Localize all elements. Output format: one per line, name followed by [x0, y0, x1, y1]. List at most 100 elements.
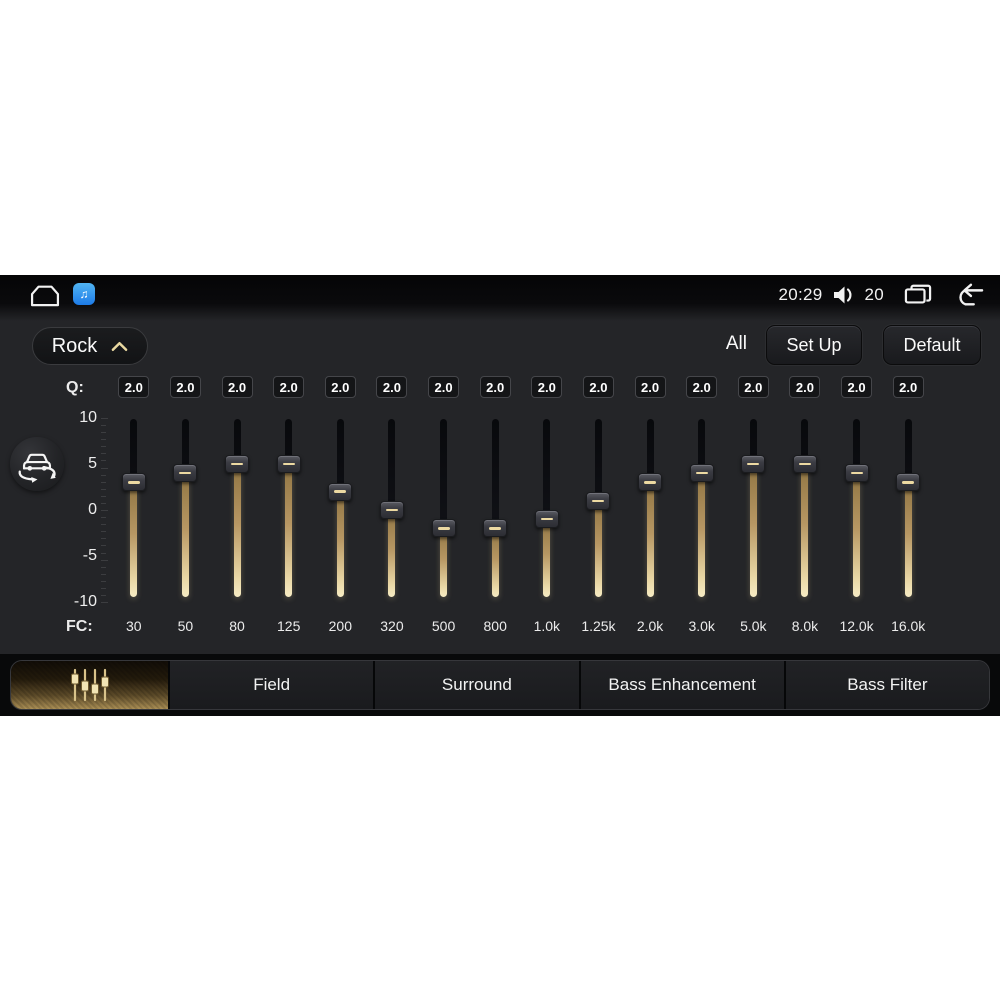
q-value-5.0k[interactable]: 2.0	[737, 376, 769, 398]
fc-value-row: 30 50 80 125 200 320 500 800 1.0k 1.25k 2.0k 3.0k 5.…	[108, 616, 934, 636]
q-value-200[interactable]: 2.0	[324, 376, 356, 398]
axis-tick	[101, 439, 106, 441]
slider-handle-5.0k[interactable]	[741, 455, 766, 473]
q-value-2.0k[interactable]: 2.0	[634, 376, 666, 398]
eq-band-800	[469, 415, 521, 610]
q-value-8.0k[interactable]: 2.0	[789, 376, 821, 398]
eq-band-2.0k	[624, 415, 676, 610]
volume-icon	[832, 284, 854, 306]
slider-handle-1.0k[interactable]	[534, 510, 559, 529]
tab-bass-filter[interactable]: Bass Filter	[783, 661, 989, 709]
axis-tick	[101, 474, 106, 476]
eq-band-5.0k	[728, 415, 780, 610]
tab-eq[interactable]	[11, 661, 168, 709]
slider-handle-12.0k[interactable]	[844, 464, 869, 483]
axis-tick	[101, 418, 108, 419]
slider-handle-1.25k[interactable]	[586, 491, 611, 510]
slider-handle-dash	[385, 508, 398, 512]
slider-handle-16.0k[interactable]	[896, 473, 921, 492]
tab-field[interactable]: Field	[168, 661, 374, 709]
slider-handle-50[interactable]	[173, 464, 198, 483]
car-sound-position-button[interactable]	[10, 437, 64, 491]
tab-bass-enhancement[interactable]: Bass Enhancement	[578, 661, 784, 709]
tab-label-surround: Surround	[441, 675, 512, 694]
slider-handle-8.0k[interactable]	[792, 455, 817, 473]
eq-app-icon[interactable]: ♫	[73, 283, 95, 305]
slider-handle-800[interactable]	[483, 519, 508, 538]
clock: 20:29	[778, 285, 823, 304]
axis-tick	[101, 510, 108, 512]
axis-tick	[101, 467, 108, 469]
q-value-125[interactable]: 2.0	[273, 376, 305, 398]
axis-tick	[101, 453, 106, 455]
q-value-16.0k[interactable]: 2.0	[892, 376, 924, 398]
axis-label-10: 10	[79, 409, 97, 426]
slider-handle-320[interactable]	[379, 501, 404, 519]
q-value-12.0k[interactable]: 2.0	[841, 376, 873, 398]
axis-tick	[101, 552, 106, 554]
slider-handle-dash	[489, 527, 502, 530]
equalizer-icon	[70, 668, 109, 702]
preset-dropdown[interactable]: Rock	[32, 327, 148, 365]
slider-handle-500[interactable]	[431, 519, 456, 538]
fc-value-80: 80	[229, 618, 245, 634]
slider-handle-dash	[179, 471, 192, 475]
set-up-button[interactable]: Set Up	[766, 325, 862, 365]
axis-tick	[101, 602, 108, 604]
eq-band-8.0k	[779, 415, 831, 610]
home-icon[interactable]	[26, 282, 64, 308]
slider-handle-dash	[747, 462, 760, 466]
q-cell: 2.0	[624, 375, 676, 399]
slider-handle-125[interactable]	[276, 455, 301, 473]
q-row-label: Q:	[66, 379, 84, 396]
q-value-320[interactable]: 2.0	[376, 376, 408, 398]
axis-tick	[101, 495, 106, 497]
slider-fill-12.0k	[853, 473, 861, 597]
slider-fill-500	[440, 528, 448, 597]
q-value-500[interactable]: 2.0	[428, 376, 460, 398]
q-value-1.0k[interactable]: 2.0	[531, 376, 563, 398]
preset-label: Rock	[51, 334, 98, 357]
tab-surround[interactable]: Surround	[373, 661, 579, 709]
q-cell: 2.0	[676, 375, 728, 399]
fc-value-800: 800	[483, 618, 507, 634]
axis-tick	[101, 595, 106, 596]
eq-band-50	[160, 415, 212, 610]
slider-handle-dash	[231, 462, 244, 466]
q-value-800[interactable]: 2.0	[479, 376, 511, 398]
q-value-1.25k[interactable]: 2.0	[582, 376, 614, 398]
fc-value-50: 50	[177, 618, 194, 634]
slider-fill-80	[233, 464, 241, 597]
slider-handle-dash	[282, 462, 295, 466]
default-button[interactable]: Default	[883, 325, 981, 365]
slider-handle-2.0k[interactable]	[638, 473, 663, 492]
back-icon[interactable]	[954, 282, 986, 308]
eq-band-320	[366, 415, 418, 610]
eq-band-12.0k	[831, 415, 883, 610]
q-value-80[interactable]: 2.0	[221, 376, 253, 398]
q-value-3.0k[interactable]: 2.0	[686, 376, 718, 398]
slider-handle-80[interactable]	[225, 455, 250, 473]
fc-value-12.0k: 12.0k	[839, 618, 874, 634]
all-button[interactable]: All	[726, 333, 747, 355]
fc-value-125: 125	[277, 618, 301, 634]
slider-handle-30[interactable]	[121, 473, 146, 492]
fc-value-1.0k: 1.0k	[533, 618, 561, 634]
fc-value-1.25k: 1.25k	[581, 618, 616, 634]
status-right-cluster: 20:29 20	[778, 280, 986, 310]
q-value-50[interactable]: 2.0	[169, 376, 201, 398]
fc-value-16.0k: 16.0k	[891, 618, 926, 634]
slider-fill-16.0k	[904, 482, 912, 597]
slider-handle-200[interactable]	[328, 482, 353, 501]
slider-handle-dash	[850, 471, 863, 475]
q-value-30[interactable]: 2.0	[118, 376, 150, 398]
fc-value-30: 30	[126, 618, 142, 634]
axis-tick	[101, 559, 108, 561]
q-cell: 2.0	[831, 375, 883, 399]
bottom-strip: Field Surround Bass Enhancement Bass Filter	[0, 654, 1000, 716]
head-unit-screen: ♫ 20:29 20 Rock All Set Up Default Q: 2.…	[0, 275, 1000, 716]
axis-tick	[101, 538, 106, 540]
q-cell: 2.0	[469, 375, 521, 399]
recents-icon[interactable]	[902, 282, 934, 308]
slider-handle-3.0k[interactable]	[689, 464, 714, 483]
